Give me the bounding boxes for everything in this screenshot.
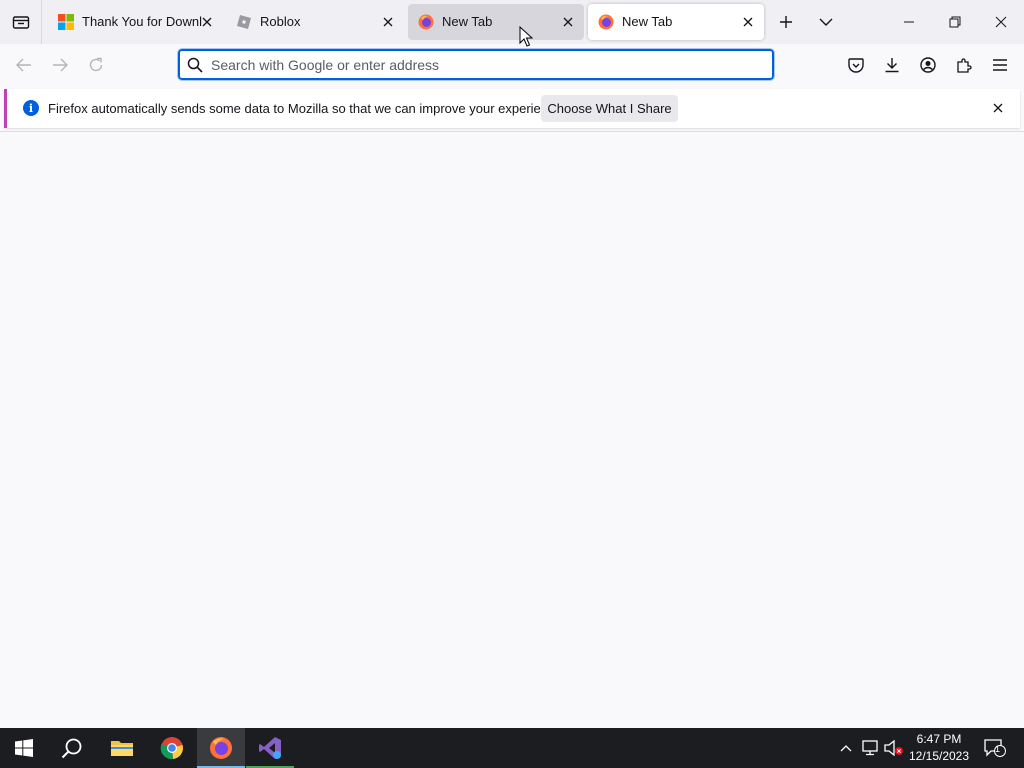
firefox-view-button[interactable] — [0, 0, 42, 44]
notification-message: Firefox automatically sends some data to… — [48, 101, 566, 116]
search-icon — [187, 57, 203, 78]
system-clock[interactable]: 6:47 PM 12/15/2023 — [906, 731, 972, 765]
start-button[interactable] — [0, 728, 48, 768]
new-tab-button[interactable] — [772, 8, 800, 36]
tab-label: Roblox — [260, 14, 301, 29]
tab-label: New Tab — [622, 14, 673, 29]
search-input[interactable] — [211, 53, 761, 77]
minimize-icon — [904, 21, 914, 23]
folder-icon — [111, 741, 133, 756]
close-icon — [995, 16, 1007, 28]
hamburger-menu-icon — [993, 59, 1007, 71]
volume-button[interactable] — [884, 738, 904, 758]
extensions-button[interactable] — [950, 51, 978, 79]
speaker-muted-icon — [884, 740, 903, 756]
windows-taskbar: 6:47 PM 12/15/2023 1 — [0, 728, 1024, 768]
pocket-icon — [848, 57, 864, 73]
firefox-logo-icon — [210, 737, 232, 759]
tab-thank-you[interactable]: Thank You for Downloa — [48, 4, 220, 40]
roblox-logo-icon — [236, 14, 252, 30]
notification-count-badge: 1 — [995, 744, 1001, 754]
list-all-tabs-button[interactable] — [812, 8, 840, 36]
network-button[interactable] — [861, 738, 881, 758]
action-center-button[interactable]: 1 — [982, 738, 1008, 758]
network-icon — [862, 740, 878, 756]
chevron-up-icon — [840, 745, 852, 752]
close-icon[interactable] — [990, 100, 1006, 116]
reload-icon — [89, 57, 103, 72]
minimize-button[interactable] — [886, 0, 932, 44]
arrow-left-icon — [16, 58, 31, 72]
file-explorer-button[interactable] — [98, 728, 146, 768]
choose-what-i-share-button[interactable]: Choose What I Share — [541, 95, 678, 122]
show-hidden-icons-button[interactable] — [836, 738, 856, 758]
chrome-button[interactable] — [148, 728, 196, 768]
visual-studio-button[interactable] — [246, 728, 294, 768]
chevron-down-icon — [819, 18, 833, 26]
tab-label: Thank You for Downloa — [82, 14, 202, 29]
data-collection-notification: i Firefox automatically sends some data … — [4, 89, 1020, 128]
tab-roblox[interactable]: Roblox — [226, 4, 402, 40]
back-button[interactable] — [10, 51, 38, 79]
restore-button[interactable] — [932, 0, 978, 44]
microsoft-logo-icon — [58, 14, 74, 30]
page-content-area[interactable] — [0, 132, 1024, 728]
mouse-cursor-icon — [519, 26, 533, 47]
puzzle-icon — [957, 58, 972, 73]
reload-button[interactable] — [82, 51, 110, 79]
arrow-right-icon — [53, 58, 68, 72]
pocket-button[interactable] — [842, 51, 870, 79]
tab-new-tab-2[interactable]: New Tab — [588, 4, 764, 40]
download-icon — [885, 58, 899, 73]
search-button[interactable] — [48, 728, 96, 768]
tab-strip: Thank You for Downloa Roblox New Tab New… — [0, 0, 1024, 44]
tab-new-tab-1[interactable]: New Tab — [408, 4, 584, 40]
info-icon: i — [23, 100, 39, 116]
close-window-button[interactable] — [978, 0, 1024, 44]
app-menu-button[interactable] — [986, 51, 1014, 79]
search-icon — [61, 738, 82, 759]
visual-studio-logo-icon — [259, 737, 281, 759]
tab-close-icon[interactable] — [379, 13, 397, 31]
account-button[interactable] — [914, 51, 942, 79]
firefox-logo-icon — [418, 14, 434, 30]
firefox-taskbar-button[interactable] — [197, 728, 245, 768]
windows-logo-icon — [15, 739, 33, 757]
restore-icon — [949, 16, 961, 28]
chrome-logo-icon — [160, 737, 183, 760]
downloads-button[interactable] — [878, 51, 906, 79]
tab-close-icon[interactable] — [559, 13, 577, 31]
firefox-view-icon — [12, 16, 29, 29]
forward-button[interactable] — [46, 51, 74, 79]
plus-icon — [780, 16, 792, 28]
firefox-logo-icon — [598, 14, 614, 30]
clock-time: 6:47 PM — [916, 732, 962, 746]
clock-date: 12/15/2023 — [908, 749, 970, 763]
tab-close-icon[interactable] — [198, 13, 216, 31]
tab-close-icon[interactable] — [739, 13, 757, 31]
address-bar[interactable] — [177, 48, 775, 81]
account-icon — [920, 57, 936, 73]
tab-label: New Tab — [442, 14, 493, 29]
